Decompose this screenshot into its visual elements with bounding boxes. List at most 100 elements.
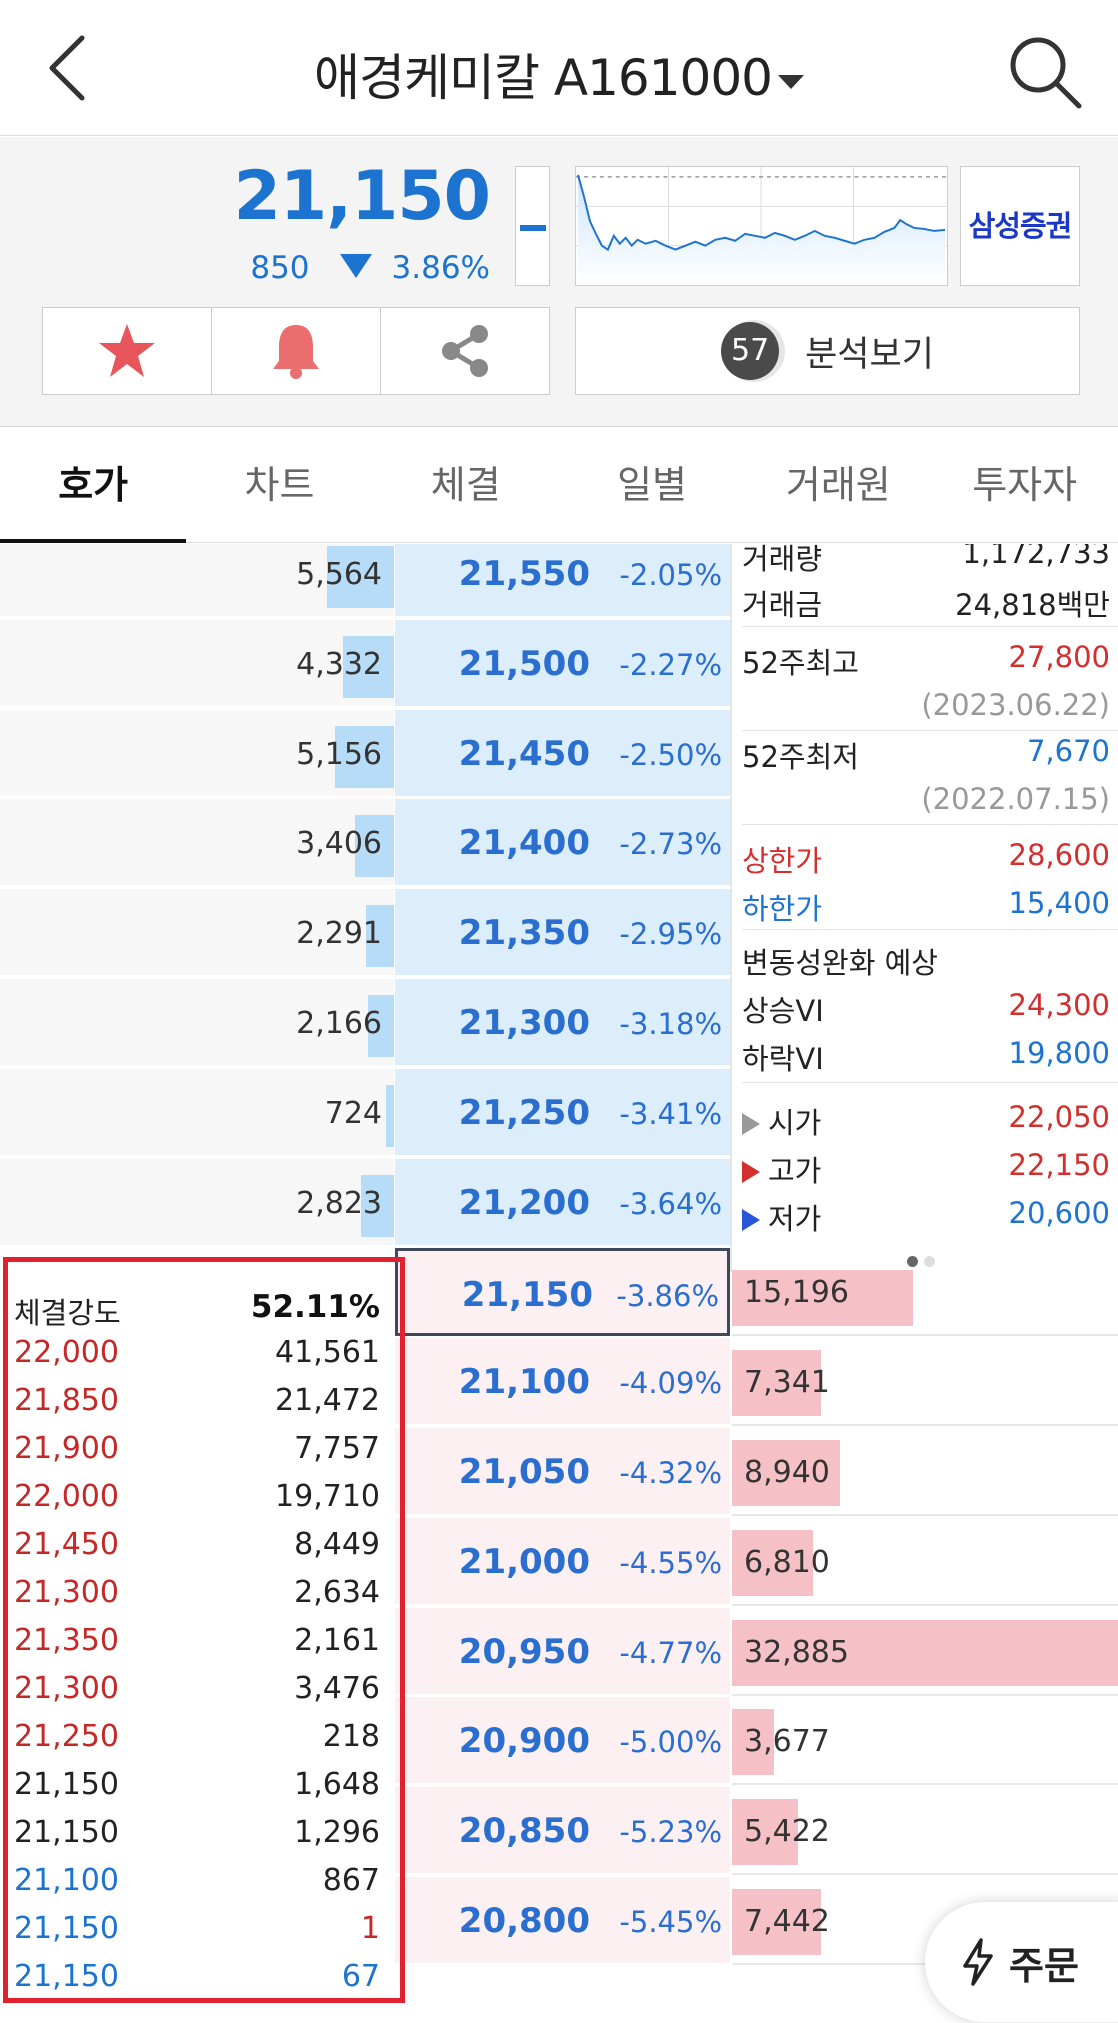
bid-quantity: 7,442 <box>744 1904 830 1939</box>
ask-price: 21,400 <box>458 823 590 864</box>
ask-price: 21,200 <box>458 1182 590 1223</box>
bid-price-cell[interactable]: 21,150 -3.86% <box>395 1248 730 1337</box>
analysis-score: 57 <box>721 322 780 380</box>
ask-price-cell[interactable]: 21,450 -2.50% <box>395 709 730 798</box>
tab-orderbook[interactable]: 호가 <box>0 427 187 543</box>
trade-quantity: 2,634 <box>294 1575 380 1610</box>
ask-price-cell[interactable]: 21,300 -3.18% <box>395 979 730 1067</box>
ask-quantity-cell: 2,166 <box>0 979 394 1067</box>
bid-quantity-cell: 3,677 <box>732 1697 1118 1786</box>
trade-quantity: 1,648 <box>294 1767 380 1802</box>
tab-bar: 호가 차트 체결 일별 거래원 투자자 <box>0 427 1118 543</box>
bid-price-cell[interactable]: 20,900 -5.00% <box>395 1697 730 1786</box>
high-marker-icon <box>742 1161 760 1183</box>
order-book: 5,564 21,550 -2.05% 4,332 21,500 -2.27% 5,156 2… <box>0 544 1118 2023</box>
ask-price-cell[interactable]: 21,350 -2.95% <box>395 889 730 978</box>
analysis-button[interactable]: 57 분석보기 <box>575 307 1080 395</box>
vi-up-row: 상승VI 24,300 <box>742 988 1110 1028</box>
bid-price: 20,950 <box>458 1631 590 1672</box>
bid-quantity-cell: 6,810 <box>732 1518 1118 1606</box>
bid-price: 21,050 <box>458 1452 590 1492</box>
ask-level[interactable]: 724 21,250 -3.41% <box>0 1068 730 1157</box>
alert-button[interactable] <box>212 308 381 394</box>
ask-level[interactable]: 3,406 21,400 -2.73% <box>0 799 730 888</box>
ask-price-cell[interactable]: 21,400 -2.73% <box>395 799 730 888</box>
page-indicator[interactable] <box>907 1240 941 1274</box>
share-button[interactable] <box>381 308 549 394</box>
ask-level[interactable]: 5,156 21,450 -2.50% <box>0 709 730 798</box>
trade-quantity: 41,561 <box>275 1335 380 1370</box>
bid-quantity: 7,341 <box>744 1365 830 1401</box>
tab-chart[interactable]: 차트 <box>186 427 372 542</box>
tab-daily[interactable]: 일별 <box>559 427 745 542</box>
trade-quantity: 218 <box>322 1719 380 1754</box>
ask-quantity: 2,291 <box>296 916 382 952</box>
ask-level[interactable]: 2,291 21,350 -2.95% <box>0 889 730 978</box>
bid-price-cell[interactable]: 20,850 -5.23% <box>395 1787 730 1876</box>
ask-quantity: 2,166 <box>296 1006 382 1041</box>
ask-price: 21,300 <box>458 1003 590 1043</box>
bid-price-cell[interactable]: 21,050 -4.32% <box>395 1428 730 1516</box>
bid-price: 21,100 <box>458 1362 590 1403</box>
ask-quantity: 5,564 <box>296 557 382 592</box>
ask-price: 21,550 <box>458 554 590 594</box>
ask-percent: -2.50% <box>619 737 722 772</box>
trade-quantity: 867 <box>322 1863 380 1898</box>
ask-quantity-cell: 724 <box>0 1068 394 1157</box>
bell-icon <box>273 325 319 379</box>
trade-price: 21,100 <box>14 1863 119 1898</box>
trade-row: 21,250 218 <box>14 1719 380 1759</box>
open-row: 시가 22,050 <box>742 1096 1110 1140</box>
favorite-button[interactable] <box>43 308 212 394</box>
ask-price-cell[interactable]: 21,550 -2.05% <box>395 544 730 618</box>
bid-quantity-cell: 5,422 <box>732 1787 1118 1876</box>
trade-quantity: 1,296 <box>294 1815 380 1850</box>
bid-price-cell[interactable]: 20,800 -5.45% <box>395 1877 730 1965</box>
stock-title[interactable]: 애경케미칼 A161000 <box>0 38 1118 110</box>
ask-percent: -2.27% <box>619 647 722 682</box>
bid-price-cell[interactable]: 21,000 -4.55% <box>395 1517 730 1606</box>
bid-price-cell[interactable]: 20,950 -4.77% <box>395 1607 730 1696</box>
order-button[interactable]: 주문 <box>925 1902 1118 2022</box>
analysis-label: 분석보기 <box>805 334 934 375</box>
ask-level[interactable]: 5,564 21,550 -2.05% <box>0 544 730 618</box>
search-icon[interactable] <box>1005 32 1085 112</box>
bid-percent: -5.00% <box>619 1725 722 1760</box>
ask-price-cell[interactable]: 21,250 -3.41% <box>395 1068 730 1157</box>
ask-level[interactable]: 4,332 21,500 -2.27% <box>0 619 730 708</box>
lower-limit-row: 하한가 15,400 <box>742 886 1110 926</box>
trade-quantity: 8,449 <box>294 1527 380 1562</box>
trade-row: 21,450 8,449 <box>14 1527 380 1567</box>
trade-row: 21,300 2,634 <box>14 1575 380 1615</box>
low52-row: 52주최저 7,670 <box>742 734 1110 774</box>
price-change: 850 3.86% <box>230 250 490 286</box>
ask-price-cell[interactable]: 21,500 -2.27% <box>395 619 730 708</box>
high52-date: (2023.06.22) <box>921 688 1110 722</box>
bid-quantity: 15,196 <box>744 1275 849 1311</box>
tab-brokers[interactable]: 거래원 <box>745 427 931 542</box>
stock-title-text: 애경케미칼 A161000 <box>314 49 773 107</box>
ask-price-cell[interactable]: 21,200 -3.64% <box>395 1158 730 1247</box>
ask-quantity: 4,332 <box>296 646 382 682</box>
tab-trades[interactable]: 체결 <box>373 427 559 542</box>
ask-quantity: 2,823 <box>296 1185 382 1221</box>
volume-row: 거래량 1,172,733 <box>742 544 1110 576</box>
price-position-box <box>515 166 550 286</box>
intraday-sparkline[interactable] <box>575 166 948 286</box>
trade-quantity: 19,710 <box>275 1479 380 1514</box>
ask-quantity-cell: 3,406 <box>0 799 394 888</box>
ask-level[interactable]: 2,166 21,300 -3.18% <box>0 979 730 1067</box>
dropdown-triangle-icon[interactable] <box>777 74 804 89</box>
vi-down-row: 하락VI 19,800 <box>742 1036 1110 1076</box>
trade-row: 21,900 7,757 <box>14 1431 380 1471</box>
trade-quantity: 67 <box>341 1959 380 1994</box>
ask-percent: -2.73% <box>619 827 722 862</box>
bid-price-cell[interactable]: 21,100 -4.09% <box>395 1338 730 1427</box>
current-price: 21,150 <box>233 157 491 236</box>
ask-percent: -3.64% <box>619 1186 722 1221</box>
broker-button[interactable]: 삼성증권 <box>960 166 1080 286</box>
ask-level[interactable]: 2,823 21,200 -3.64% <box>0 1158 730 1247</box>
tab-investors[interactable]: 투자자 <box>931 427 1117 542</box>
ask-percent: -3.18% <box>619 1007 722 1041</box>
bid-quantity-cell: 7,341 <box>732 1338 1118 1427</box>
